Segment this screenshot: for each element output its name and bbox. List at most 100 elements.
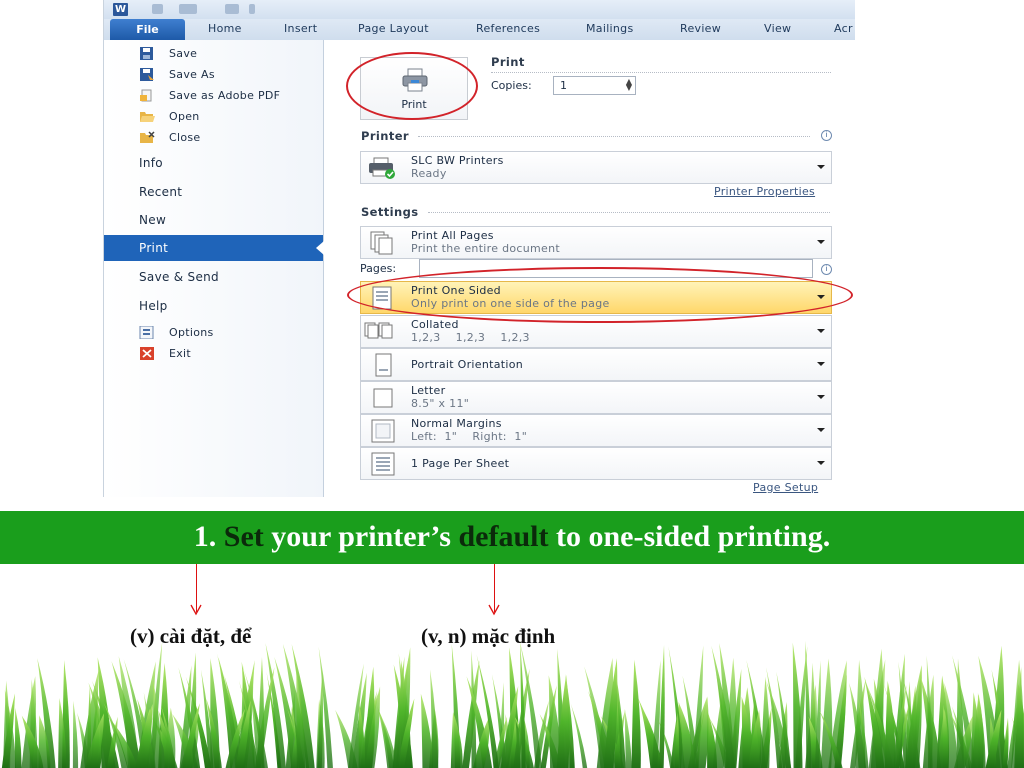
sentence-text: 1. Set your printer’s default to one-sid… (0, 520, 1024, 554)
selected-pointer (316, 241, 324, 255)
undo-icon[interactable] (179, 4, 197, 14)
margins-subtitle: Left: 1" Right: 1" (411, 430, 528, 443)
menu-item-label: Exit (169, 347, 192, 360)
print-range-subtitle: Print the entire document (411, 242, 561, 255)
menu-item-info[interactable]: Info (104, 154, 323, 174)
save-icon[interactable] (152, 4, 163, 14)
collation-subtitle: 1,2,3 1,2,3 1,2,3 (411, 331, 530, 344)
page-per-sheet-icon (371, 452, 395, 476)
copies-label: Copies: (491, 79, 532, 92)
word-print-screenshot: W File Home Insert Page Layout Reference… (103, 0, 855, 497)
margins-title: Normal Margins (411, 417, 502, 430)
chevron-down-icon (817, 362, 825, 366)
highlight-ring-print (346, 52, 478, 120)
menu-item-label: Close (169, 131, 201, 144)
menu-item-exit[interactable]: Exit (104, 346, 323, 362)
print-range-title: Print All Pages (411, 229, 494, 242)
print-range-select[interactable]: Print All Pages Print the entire documen… (360, 226, 832, 259)
menu-item-recent[interactable]: Recent (104, 183, 323, 203)
orientation-title: Portrait Orientation (411, 358, 524, 371)
margins-select[interactable]: Normal Margins Left: 1" Right: 1" (360, 414, 832, 447)
sentence-middle: your printer’s (263, 520, 459, 553)
tab-insert[interactable]: Insert (284, 22, 317, 35)
info-icon[interactable]: i (821, 130, 832, 141)
orientation-select[interactable]: Portrait Orientation (360, 348, 832, 381)
menu-item-open[interactable]: Open (104, 109, 323, 125)
paper-size-icon (373, 388, 393, 408)
chevron-down-icon (817, 428, 825, 432)
menu-item-label: Save As (169, 68, 215, 81)
save-icon (140, 47, 153, 60)
tab-view[interactable]: View (764, 22, 791, 35)
paper-size-select[interactable]: Letter 8.5" x 11" (360, 381, 832, 414)
menu-item-save[interactable]: Save (104, 46, 323, 62)
grass-decoration (1, 640, 1024, 768)
tab-references[interactable]: References (476, 22, 540, 35)
customize-toolbar-icon[interactable] (249, 4, 255, 14)
menu-item-label: Help (139, 299, 168, 313)
printer-status: Ready (411, 167, 447, 180)
pages-icon (370, 231, 393, 255)
pages-per-sheet-title: 1 Page Per Sheet (411, 457, 510, 470)
tab-file[interactable]: File (110, 19, 185, 40)
divider (418, 136, 810, 137)
chevron-down-icon (817, 329, 825, 333)
portrait-icon (375, 353, 392, 377)
chevron-down-icon (817, 165, 825, 169)
printer-select[interactable]: SLC BW Printers Ready (360, 151, 832, 184)
highlight-ring-one-sided (347, 267, 853, 323)
print-pane: Print Print Copies: 1 ▲ ▼ Printer i SLC B… (324, 40, 855, 497)
pages-label: Pages: (360, 262, 397, 275)
chevron-down-icon (817, 395, 825, 399)
redo-icon[interactable] (225, 4, 239, 14)
backstage-menu: Save Save As Save as Adobe PDF Open Clos… (104, 40, 324, 497)
menu-item-label: Save (169, 47, 198, 60)
page-setup-link[interactable]: Page Setup (753, 481, 818, 494)
settings-heading: Settings (361, 205, 419, 219)
margins-icon (371, 419, 395, 443)
ribbon-tabs: File Home Insert Page Layout References … (104, 19, 855, 41)
tab-page-layout[interactable]: Page Layout (358, 22, 429, 35)
menu-item-close[interactable]: Close (104, 130, 323, 146)
options-icon (139, 326, 154, 339)
menu-item-help[interactable]: Help (104, 297, 323, 317)
info-icon[interactable]: i (821, 264, 832, 275)
pages-per-sheet-select[interactable]: 1 Page Per Sheet (360, 447, 832, 480)
sentence-suffix: to one-sided printing. (548, 520, 831, 553)
printer-name: SLC BW Printers (411, 154, 504, 167)
folder-close-icon (140, 131, 155, 143)
menu-item-new[interactable]: New (104, 211, 323, 231)
menu-item-save-as[interactable]: Save As (104, 67, 323, 83)
paper-size-title: Letter (411, 384, 446, 397)
adobe-pdf-icon (140, 89, 152, 102)
sentence-prefix: 1. (193, 520, 224, 553)
paper-size-subtitle: 8.5" x 11" (411, 397, 470, 410)
divider (428, 212, 830, 213)
spin-arrows-icon[interactable]: ▲ ▼ (626, 78, 632, 92)
tab-home[interactable]: Home (208, 22, 242, 35)
collated-icon (364, 322, 393, 339)
folder-open-icon (140, 112, 155, 122)
menu-item-save-as-adobe-pdf[interactable]: Save as Adobe PDF (104, 88, 323, 104)
menu-item-label: Save & Send (139, 270, 219, 284)
menu-item-label: Save as Adobe PDF (169, 89, 281, 102)
tab-review[interactable]: Review (680, 22, 721, 35)
menu-item-save-and-send[interactable]: Save & Send (104, 268, 323, 288)
word-logo-icon: W (113, 3, 128, 16)
menu-item-label: Options (169, 326, 214, 339)
menu-item-label: Info (139, 156, 163, 170)
menu-item-options[interactable]: Options (104, 325, 323, 341)
printer-properties-link[interactable]: Printer Properties (714, 185, 815, 198)
print-heading: Print (491, 55, 525, 69)
tab-acrobat[interactable]: Acr (834, 22, 853, 35)
menu-item-label: Open (169, 110, 200, 123)
tab-mailings[interactable]: Mailings (586, 22, 634, 35)
printer-heading: Printer (361, 129, 409, 143)
save-as-icon (140, 68, 154, 81)
exit-icon (140, 347, 154, 360)
menu-item-label: Print (139, 241, 169, 255)
menu-item-print[interactable]: Print (104, 235, 324, 261)
copies-stepper[interactable]: 1 ▲ ▼ (553, 76, 636, 95)
menu-item-label: New (139, 213, 167, 227)
quick-access-toolbar: W (104, 0, 855, 19)
